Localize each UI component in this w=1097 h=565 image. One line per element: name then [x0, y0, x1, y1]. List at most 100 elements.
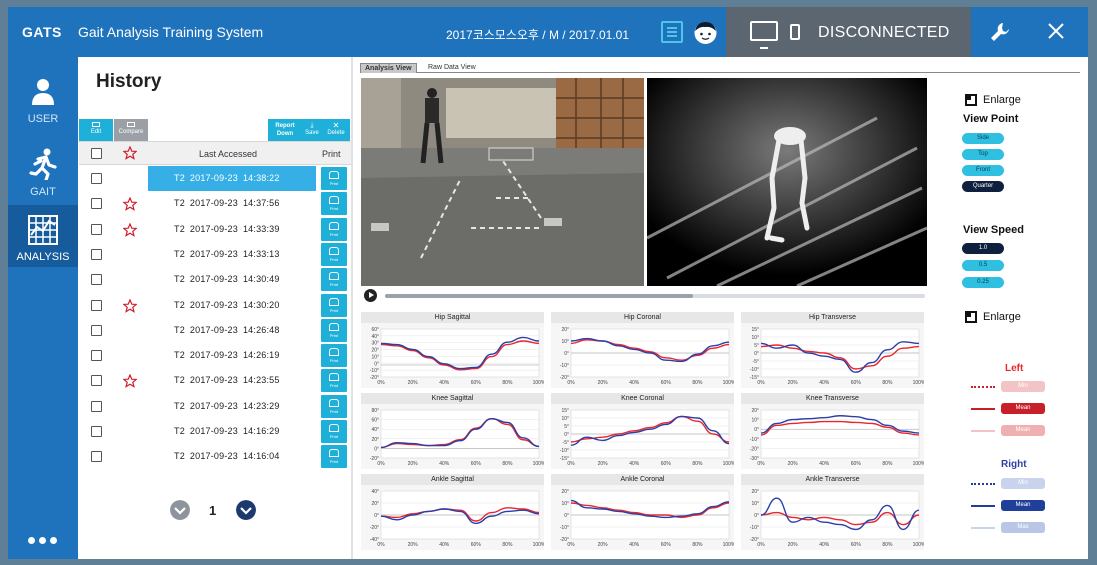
table-header: Last Accessed Print — [79, 141, 351, 165]
legend-right-item[interactable]: Max — [1001, 522, 1045, 533]
row-checkbox[interactable] — [91, 274, 102, 286]
row-checkbox[interactable] — [91, 426, 102, 437]
view-point-option-front[interactable]: Front — [962, 165, 1004, 176]
nav-item-user[interactable]: USER — [8, 67, 78, 129]
print-button[interactable]: Print — [321, 293, 347, 317]
print-button[interactable]: Print — [321, 344, 347, 368]
print-button[interactable]: Print — [321, 217, 347, 241]
delete-button[interactable]: ✕ Delete — [324, 122, 348, 137]
print-button[interactable]: Print — [321, 268, 347, 292]
row-date: 2017-09-23 — [189, 426, 238, 436]
row-checkbox[interactable] — [91, 299, 102, 311]
table-row[interactable]: T2 2017-09-23 14:23:55 Print — [79, 368, 351, 393]
row-checkbox[interactable] — [91, 198, 102, 210]
table-row[interactable]: T2 2017-09-23 14:30:49 Print — [79, 267, 351, 292]
y-tick-label: 10° — [751, 335, 759, 341]
table-row[interactable]: T2 2017-09-23 14:16:04 Print — [79, 444, 351, 469]
nav-item-analysis[interactable]: ANALYSIS — [8, 205, 78, 267]
legend-left-item[interactable]: Mean — [1001, 425, 1045, 436]
print-button[interactable]: Print — [321, 318, 347, 342]
table-row[interactable]: T2 2017-09-23 14:33:13 Print — [79, 242, 351, 267]
print-button[interactable]: Print — [321, 192, 347, 216]
y-tick-label: 40° — [371, 489, 379, 495]
connection-area[interactable]: DISCONNECTED — [726, 7, 971, 57]
settings-wrench-icon[interactable] — [988, 20, 1012, 44]
select-all-checkbox[interactable] — [91, 148, 102, 159]
view-speed-option[interactable]: 1.0 — [962, 243, 1004, 254]
chart-hip-sagittal: Hip Sagittal 60° 40° 30° 20° 10° 0° -10° -20° 0% 2… — [361, 312, 544, 388]
compare-button[interactable]: Compare — [114, 119, 148, 141]
enlarge-top-label[interactable]: Enlarge — [983, 94, 1021, 106]
close-icon[interactable] — [1046, 21, 1066, 41]
print-button[interactable]: Print — [321, 369, 347, 393]
legend-right-item[interactable]: Min — [1001, 478, 1045, 489]
y-tick-label: 10° — [561, 416, 569, 422]
save-button[interactable]: ⤓ Save — [301, 122, 323, 137]
enlarge-bottom-label[interactable]: Enlarge — [983, 311, 1021, 323]
view-point-option-side[interactable]: Side — [962, 133, 1004, 144]
table-row[interactable]: T2 2017-09-23 14:16:29 Print — [79, 419, 351, 444]
skeleton-render-image — [647, 78, 927, 286]
row-checkbox[interactable] — [91, 248, 102, 260]
column-last-accessed[interactable]: Last Accessed — [199, 149, 257, 159]
more-icon[interactable] — [26, 531, 60, 544]
row-timestamp: T2 2017-09-23 14:33:13 — [174, 249, 280, 259]
table-row[interactable]: T2 2017-09-23 14:33:39 Print — [79, 217, 351, 242]
table-row[interactable]: T2 2017-09-23 14:26:48 Print — [79, 318, 351, 343]
star-icon[interactable] — [123, 374, 137, 389]
print-button[interactable]: Print — [321, 420, 347, 443]
y-tick-label: -20° — [370, 525, 379, 531]
row-checkbox[interactable] — [91, 223, 102, 235]
legend-left-item[interactable]: Mean — [1001, 403, 1045, 414]
print-button[interactable]: Print — [321, 167, 347, 190]
table-row[interactable]: T2 2017-09-23 14:30:20 Print — [79, 293, 351, 318]
view-speed-option[interactable]: 0.25 — [962, 277, 1004, 288]
page-next-icon[interactable] — [236, 500, 256, 520]
enlarge-bottom-icon[interactable] — [965, 311, 977, 323]
walking-video[interactable] — [361, 78, 644, 286]
view-speed-option[interactable]: 0.5 — [962, 260, 1004, 271]
report-down-button[interactable]: Report Down — [270, 122, 300, 138]
table-row[interactable]: T2 2017-09-23 14:37:56 Print — [79, 191, 351, 216]
y-tick-label: -10° — [560, 363, 569, 369]
enlarge-top-icon[interactable] — [965, 94, 977, 106]
patient-face-icon[interactable] — [693, 20, 718, 45]
print-button-label: Print — [329, 383, 339, 389]
row-checkbox[interactable] — [91, 324, 102, 336]
skeleton-3d-view[interactable] — [647, 78, 927, 286]
print-button[interactable]: Print — [321, 242, 347, 266]
x-tick-label: 40% — [819, 380, 830, 386]
play-button[interactable] — [364, 289, 377, 302]
star-icon[interactable] — [123, 222, 137, 237]
table-row[interactable]: T2 2017-09-23 14:23:29 Print — [79, 394, 351, 419]
video-seek-progress — [385, 294, 693, 298]
tab-raw-data-view[interactable]: Raw Data View — [424, 63, 480, 73]
legend-right-item[interactable]: Mean — [1001, 500, 1045, 511]
star-icon[interactable] — [123, 298, 137, 313]
x-tick-label: 20% — [408, 380, 419, 386]
video-seek-bar[interactable] — [385, 294, 925, 298]
chart-title: Knee Coronal — [551, 393, 734, 404]
table-row[interactable]: T2 2017-09-23 14:26:19 Print — [79, 343, 351, 368]
star-filter-icon[interactable] — [123, 146, 137, 160]
patient-list-icon[interactable] — [661, 21, 683, 43]
nav-item-gait[interactable]: GAIT — [8, 140, 78, 202]
row-checkbox[interactable] — [91, 350, 102, 362]
row-checkbox[interactable] — [91, 451, 102, 463]
report-toolbar: Report Down ⤓ Save ✕ Delete — [268, 119, 350, 141]
legend-left-item[interactable]: Min — [1001, 381, 1045, 392]
row-checkbox[interactable] — [91, 173, 102, 184]
page-down-icon[interactable] — [170, 500, 190, 520]
view-point-option-top[interactable]: Top — [962, 149, 1004, 160]
print-button[interactable]: Print — [321, 445, 347, 469]
table-row[interactable]: T2 2017-09-23 14:38:22 Print — [79, 166, 351, 191]
tab-analysis-view[interactable]: Analysis View — [360, 63, 417, 73]
row-tag: T2 — [174, 451, 185, 462]
row-checkbox[interactable] — [91, 400, 102, 412]
edit-button[interactable]: Edit — [79, 119, 113, 141]
view-point-option-quarter[interactable]: Quarter — [962, 181, 1004, 192]
print-button[interactable]: Print — [321, 394, 347, 418]
row-checkbox[interactable] — [91, 375, 102, 387]
star-icon[interactable] — [123, 197, 137, 212]
compare-icon — [127, 122, 135, 127]
